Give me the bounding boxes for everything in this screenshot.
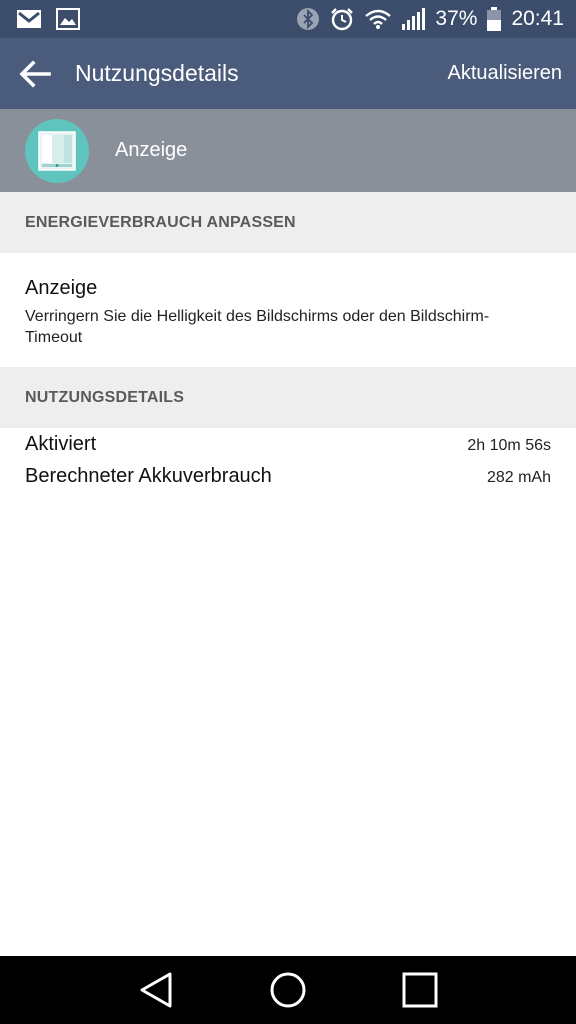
display-option[interactable]: Anzeige Verringern Sie die Helligkeit de…: [0, 253, 576, 367]
app-header: Anzeige: [0, 109, 576, 192]
circle-home-icon: [269, 971, 307, 1009]
navigation-bar: [0, 956, 576, 1024]
battery-percent: 37%: [435, 7, 478, 30]
battery-icon: [487, 7, 502, 31]
nav-back-button[interactable]: [126, 960, 186, 1020]
status-left: [0, 8, 80, 30]
status-right: 37% 20:41: [297, 7, 576, 31]
detail-row-activated: Aktiviert 2h 10m 56s: [25, 433, 551, 456]
detail-value: 282 mAh: [486, 469, 551, 486]
signal-icon: [401, 8, 426, 30]
option-description: Verringern Sie die Helligkeit des Bildsc…: [25, 308, 490, 346]
clock: 20:41: [511, 7, 564, 30]
section-header-usage: NUTZUNGSDETAILS: [0, 367, 576, 428]
status-bar: 37% 20:41: [0, 0, 576, 38]
arrow-left-icon: [19, 59, 51, 88]
section-header-adjust: ENERGIEVERBRAUCH ANPASSEN: [0, 192, 576, 253]
back-button[interactable]: [0, 38, 70, 109]
alarm-icon: [329, 7, 355, 31]
app-name: Anzeige: [115, 139, 188, 161]
refresh-button[interactable]: Aktualisieren: [447, 62, 576, 85]
gmail-icon: [16, 9, 42, 29]
square-recents-icon: [402, 972, 438, 1008]
detail-value: 2h 10m 56s: [467, 437, 551, 454]
detail-label: Berechneter Akkuverbrauch: [25, 465, 272, 487]
detail-label: Aktiviert: [25, 433, 97, 455]
app-bar: Nutzungsdetails Aktualisieren: [0, 38, 576, 109]
nav-home-button[interactable]: [258, 960, 318, 1020]
nav-recents-button[interactable]: [390, 960, 450, 1020]
option-title: Anzeige: [25, 277, 98, 299]
detail-row-battery-usage: Berechneter Akkuverbrauch 282 mAh: [25, 465, 551, 488]
bluetooth-icon: [297, 7, 320, 31]
triangle-back-icon: [139, 972, 173, 1008]
image-icon: [56, 8, 80, 30]
display-app-icon: [25, 118, 89, 183]
wifi-icon: [365, 8, 392, 30]
page-title: Nutzungsdetails: [75, 60, 239, 86]
